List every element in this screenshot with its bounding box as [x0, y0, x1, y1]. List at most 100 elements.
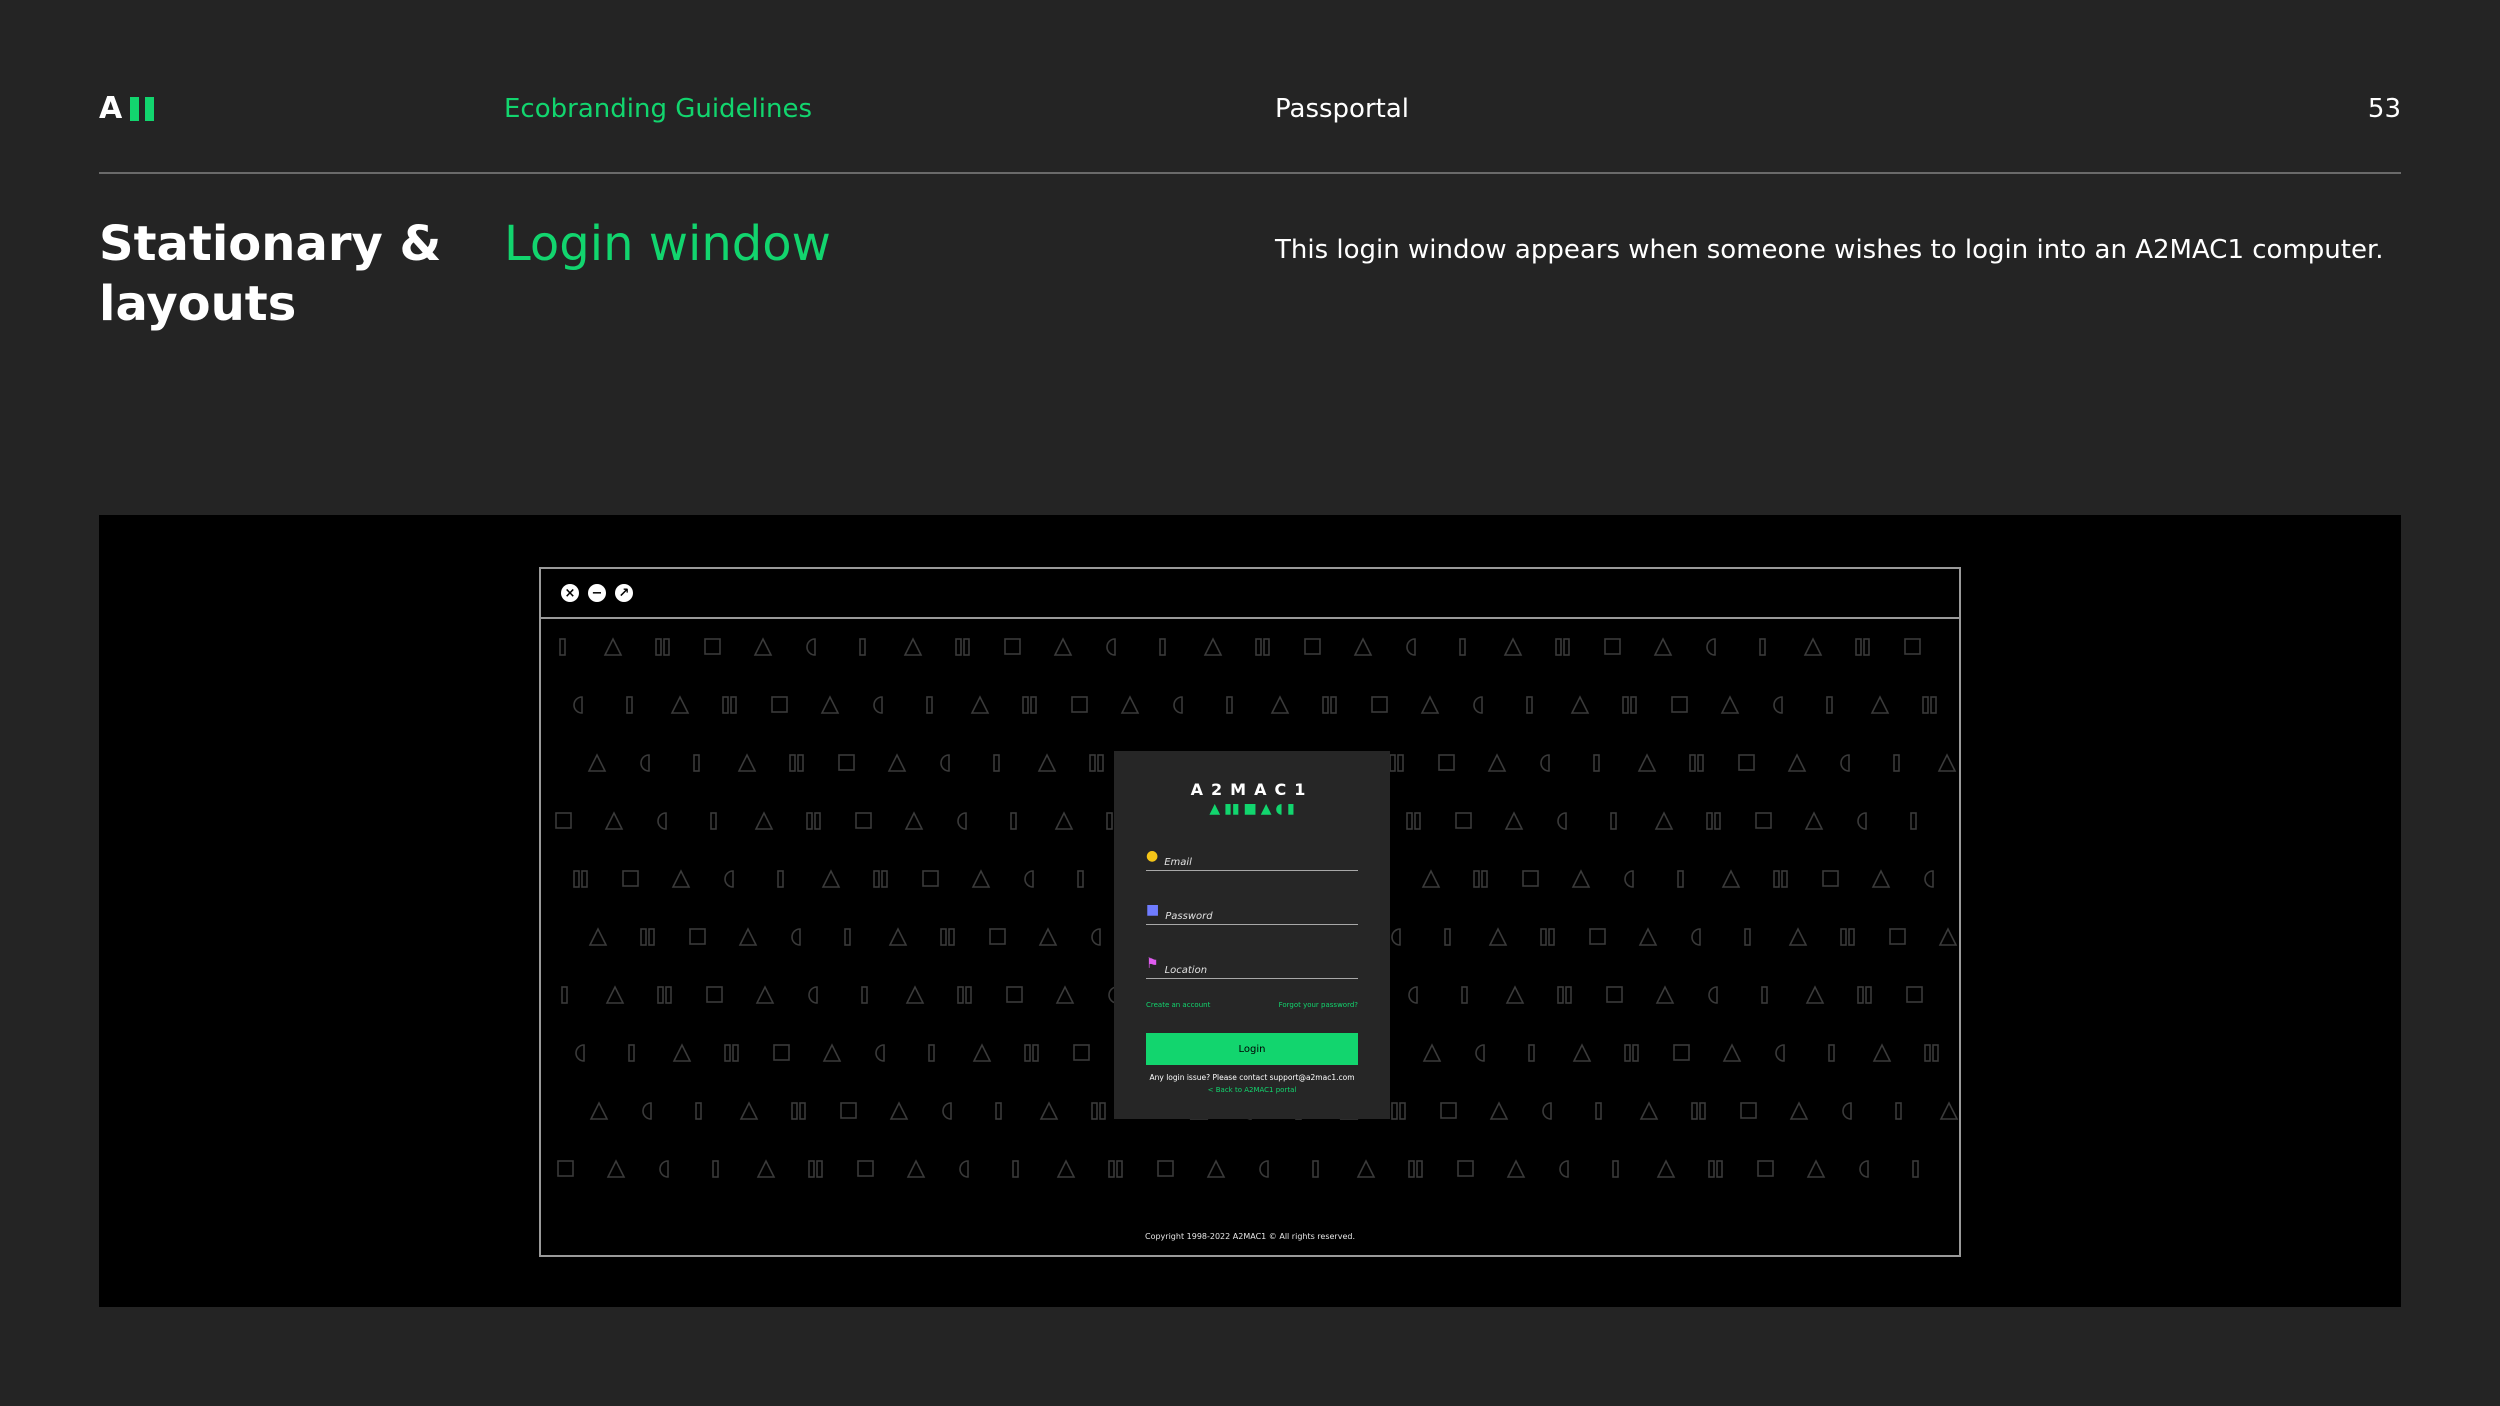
pattern-glyph — [1077, 870, 1084, 888]
pattern-glyph — [1656, 1159, 1676, 1178]
pattern-glyph — [1012, 1160, 1019, 1178]
pattern-glyph — [1826, 696, 1833, 714]
pattern-glyph — [955, 638, 970, 656]
pattern-glyph — [1091, 928, 1101, 946]
pattern-glyph — [940, 754, 950, 772]
pattern-glyph — [1391, 928, 1401, 946]
pattern-glyph — [1840, 928, 1855, 946]
pattern-glyph — [1438, 754, 1455, 771]
pattern-glyph — [657, 812, 667, 830]
pattern-glyph — [1487, 753, 1507, 772]
minimize-icon[interactable]: − — [588, 584, 606, 602]
pattern-glyph — [706, 986, 723, 1003]
page-description: This login window appears when someone w… — [1275, 235, 2384, 265]
pattern-glyph — [1572, 1043, 1592, 1062]
pattern-glyph — [1822, 870, 1839, 887]
pattern-glyph — [738, 927, 758, 946]
pattern-glyph — [1706, 638, 1716, 656]
pattern-glyph — [1689, 754, 1704, 772]
pattern-glyph — [861, 986, 868, 1004]
pattern-glyph — [1024, 1044, 1039, 1062]
pattern-glyph — [1857, 986, 1872, 1004]
pattern-glyph — [1654, 811, 1674, 830]
pattern-glyph — [626, 696, 633, 714]
pattern-glyph — [1612, 1160, 1619, 1178]
pattern-glyph — [1024, 870, 1034, 888]
pattern-glyph — [1503, 637, 1523, 656]
pattern-glyph — [1722, 1043, 1742, 1062]
pattern-glyph — [1912, 1160, 1919, 1178]
pattern-glyph — [1624, 1044, 1639, 1062]
pattern-glyph — [1761, 986, 1768, 1004]
pattern-glyph — [1938, 927, 1958, 946]
password-label: Password — [1165, 911, 1213, 922]
pattern-glyph — [1589, 928, 1606, 945]
pattern-glyph — [820, 695, 840, 714]
pattern-glyph — [1540, 928, 1555, 946]
pattern-glyph — [771, 696, 788, 713]
pattern-glyph — [1054, 811, 1074, 830]
email-field[interactable]: ● Email — [1146, 837, 1358, 871]
pattern-glyph — [959, 1160, 969, 1178]
back-to-portal-link[interactable]: < Back to A2MAC1 portal — [1146, 1086, 1358, 1094]
pattern-glyph — [1922, 696, 1937, 714]
pattern-glyph — [1206, 1159, 1226, 1178]
pattern-glyph — [606, 1159, 626, 1178]
lock-icon: ■ — [1146, 902, 1160, 918]
section-title: Stationary & layouts — [99, 216, 442, 332]
forgot-password-link[interactable]: Forgot your password? — [1279, 1001, 1358, 1009]
pattern-glyph — [1720, 695, 1740, 714]
pattern-glyph — [1857, 812, 1867, 830]
pattern-glyph — [1406, 812, 1421, 830]
pattern-glyph — [1755, 812, 1772, 829]
location-field[interactable]: ⚑ Location — [1146, 945, 1358, 979]
pattern-glyph — [889, 1101, 909, 1120]
pattern-glyph — [971, 869, 991, 888]
pattern-glyph — [1173, 696, 1183, 714]
header-divider — [99, 172, 2401, 174]
pattern-glyph — [1721, 869, 1741, 888]
pattern-glyph — [1639, 1101, 1659, 1120]
pattern-glyph — [1924, 870, 1934, 888]
pattern-glyph — [589, 1101, 609, 1120]
pattern-glyph — [695, 1102, 702, 1120]
pattern-glyph — [1157, 1160, 1174, 1177]
create-account-link[interactable]: Create an account — [1146, 1001, 1210, 1009]
pattern-glyph — [1673, 1044, 1690, 1061]
pattern-glyph — [1655, 985, 1675, 1004]
pattern-glyph — [1542, 1102, 1552, 1120]
support-text: Any login issue? Please contact support@… — [1149, 1073, 1355, 1082]
pattern-glyph — [671, 869, 691, 888]
pattern-glyph — [1937, 753, 1957, 772]
pattern-glyph — [1071, 696, 1088, 713]
person-icon: ● — [1146, 848, 1159, 864]
pattern-glyph — [1540, 754, 1550, 772]
pattern-glyph — [906, 1159, 926, 1178]
password-field[interactable]: ■ Password — [1146, 891, 1358, 925]
pattern-glyph — [887, 753, 907, 772]
close-icon[interactable]: × — [561, 584, 579, 602]
pattern-glyph — [940, 928, 955, 946]
maximize-icon[interactable]: ↗ — [615, 584, 633, 602]
pattern-glyph — [777, 870, 784, 888]
pattern-glyph — [1593, 754, 1600, 772]
pattern-glyph — [710, 812, 717, 830]
pattern-glyph — [1108, 1160, 1123, 1178]
logo-letter: A — [99, 91, 123, 126]
pattern-glyph — [1089, 754, 1104, 772]
pattern-glyph — [1708, 986, 1718, 1004]
pattern-glyph — [1555, 638, 1570, 656]
pattern-glyph — [808, 1160, 823, 1178]
pattern-glyph — [928, 1044, 935, 1062]
pattern-glyph — [1571, 869, 1591, 888]
login-button[interactable]: Login — [1146, 1033, 1358, 1065]
pattern-glyph — [657, 986, 672, 1004]
pattern-glyph — [789, 754, 804, 772]
pattern-glyph — [1270, 695, 1290, 714]
pattern-glyph — [587, 753, 607, 772]
pattern-glyph — [1840, 754, 1850, 772]
pattern-glyph — [1203, 637, 1223, 656]
pattern-glyph — [1606, 986, 1623, 1003]
pattern-glyph — [1638, 927, 1658, 946]
pattern-glyph — [1004, 638, 1021, 655]
